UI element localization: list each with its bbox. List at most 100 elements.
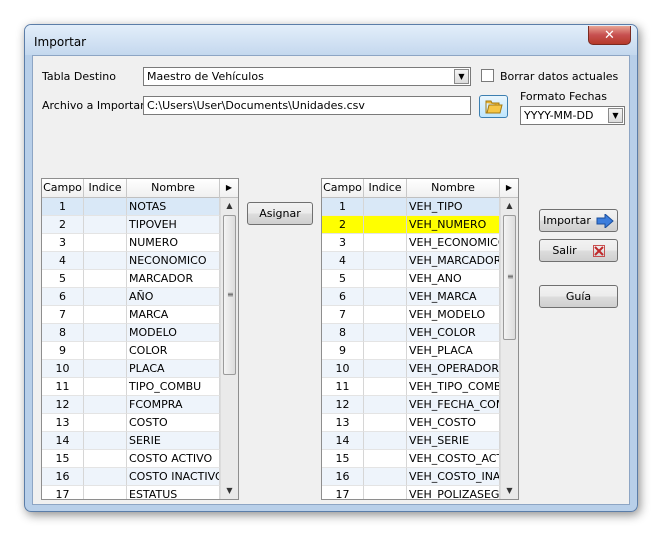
cell-campo[interactable]: 12 [42,396,84,414]
cell-nombre[interactable]: VEH_ECONOMICO [407,234,500,252]
cell-indice[interactable] [84,252,127,270]
cell-indice[interactable] [84,342,127,360]
cell-indice[interactable] [84,324,127,342]
table-row[interactable]: 14 VEH_SERIE [322,432,500,450]
cell-indice[interactable] [364,288,407,306]
cell-nombre[interactable]: FCOMPRA [127,396,220,414]
cell-campo[interactable]: 7 [322,306,364,324]
scroll-up-icon[interactable]: ▲ [221,198,238,214]
table-row[interactable]: 13 COSTO [42,414,220,432]
cell-indice[interactable] [364,216,407,234]
cell-nombre[interactable]: MODELO [127,324,220,342]
header-campo[interactable]: Campo [42,179,84,198]
cell-campo[interactable]: 2 [322,216,364,234]
table-row[interactable]: 1 VEH_TIPO [322,198,500,216]
scroll-down-icon[interactable]: ▼ [221,483,238,499]
cell-indice[interactable] [364,360,407,378]
vertical-scrollbar[interactable]: ▲ ≡ ▼ [220,198,238,499]
table-row[interactable]: 17 VEH_POLIZASEGURO [322,486,500,499]
cell-indice[interactable] [364,252,407,270]
table-row[interactable]: 6 VEH_MARCA [322,288,500,306]
cell-campo[interactable]: 13 [42,414,84,432]
table-row[interactable]: 2 TIPOVEH [42,216,220,234]
cell-campo[interactable]: 4 [322,252,364,270]
table-row[interactable]: 8 MODELO [42,324,220,342]
cell-campo[interactable]: 8 [322,324,364,342]
cell-indice[interactable] [84,432,127,450]
table-row[interactable]: 4 NECONOMICO [42,252,220,270]
cell-nombre[interactable]: MARCADOR [127,270,220,288]
cell-campo[interactable]: 9 [322,342,364,360]
table-row[interactable]: 4 VEH_MARCADOR [322,252,500,270]
formato-fechas-select[interactable]: YYYY-MM-DD ▼ [520,106,625,125]
table-row[interactable]: 5 MARCADOR [42,270,220,288]
cell-nombre[interactable]: VEH_FECHA_COMPRA [407,396,500,414]
cell-campo[interactable]: 15 [322,450,364,468]
cell-nombre[interactable]: COSTO ACTIVO [127,450,220,468]
cell-indice[interactable] [364,414,407,432]
cell-campo[interactable]: 10 [42,360,84,378]
cell-indice[interactable] [84,360,127,378]
table-row[interactable]: 16 COSTO INACTIVO [42,468,220,486]
cell-campo[interactable]: 9 [42,342,84,360]
cell-indice[interactable] [84,306,127,324]
table-row[interactable]: 7 VEH_MODELO [322,306,500,324]
table-row[interactable]: 2 VEH_NUMERO [322,216,500,234]
cell-nombre[interactable]: MARCA [127,306,220,324]
cell-indice[interactable] [364,396,407,414]
cell-nombre[interactable]: SERIE [127,432,220,450]
cell-nombre[interactable]: COSTO INACTIVO [127,468,220,486]
table-row[interactable]: 16 VEH_COSTO_INACTIVO [322,468,500,486]
close-button[interactable]: ✕ [588,26,631,45]
cell-nombre[interactable]: TIPO_COMBU [127,378,220,396]
cell-campo[interactable]: 1 [322,198,364,216]
cell-campo[interactable]: 4 [42,252,84,270]
archivo-input[interactable]: C:\Users\User\Documents\Unidades.csv [143,96,471,115]
cell-nombre[interactable]: VEH_MODELO [407,306,500,324]
cell-campo[interactable]: 7 [42,306,84,324]
cell-indice[interactable] [364,234,407,252]
cell-nombre[interactable]: NECONOMICO [127,252,220,270]
scroll-thumb[interactable]: ≡ [223,215,236,375]
table-row[interactable]: 11 VEH_TIPO_COMBU [322,378,500,396]
cell-indice[interactable] [364,450,407,468]
cell-campo[interactable]: 2 [42,216,84,234]
cell-nombre[interactable]: ESTATUS [127,486,220,499]
cell-nombre[interactable]: VEH_NUMERO [407,216,500,234]
table-row[interactable]: 13 VEH_COSTO [322,414,500,432]
table-row[interactable]: 9 COLOR [42,342,220,360]
cell-nombre[interactable]: VEH_POLIZASEGURO [407,486,500,499]
table-row[interactable]: 15 VEH_COSTO_ACTIVO [322,450,500,468]
cell-campo[interactable]: 3 [322,234,364,252]
scroll-thumb[interactable]: ≡ [503,215,516,340]
cell-nombre[interactable]: AÑO [127,288,220,306]
cell-campo[interactable]: 17 [322,486,364,499]
cell-nombre[interactable]: VEH_PLACA [407,342,500,360]
cell-indice[interactable] [364,324,407,342]
cell-campo[interactable]: 3 [42,234,84,252]
table-row[interactable]: 10 PLACA [42,360,220,378]
table-row[interactable]: 1 NOTAS [42,198,220,216]
header-campo[interactable]: Campo [322,179,364,198]
table-row[interactable]: 7 MARCA [42,306,220,324]
table-row[interactable]: 11 TIPO_COMBU [42,378,220,396]
cell-campo[interactable]: 5 [322,270,364,288]
cell-campo[interactable]: 5 [42,270,84,288]
cell-campo[interactable]: 14 [322,432,364,450]
cell-indice[interactable] [364,270,407,288]
cell-nombre[interactable]: VEH_SERIE [407,432,500,450]
cell-campo[interactable]: 10 [322,360,364,378]
cell-campo[interactable]: 8 [42,324,84,342]
cell-indice[interactable] [364,342,407,360]
cell-indice[interactable] [84,234,127,252]
cell-indice[interactable] [84,486,127,499]
browse-folder-button[interactable] [479,95,508,118]
cell-campo[interactable]: 13 [322,414,364,432]
header-nombre[interactable]: Nombre [127,179,220,198]
table-row[interactable]: 14 SERIE [42,432,220,450]
cell-indice[interactable] [364,486,407,499]
cell-campo[interactable]: 11 [42,378,84,396]
cell-campo[interactable]: 16 [42,468,84,486]
cell-indice[interactable] [84,198,127,216]
cell-indice[interactable] [84,216,127,234]
